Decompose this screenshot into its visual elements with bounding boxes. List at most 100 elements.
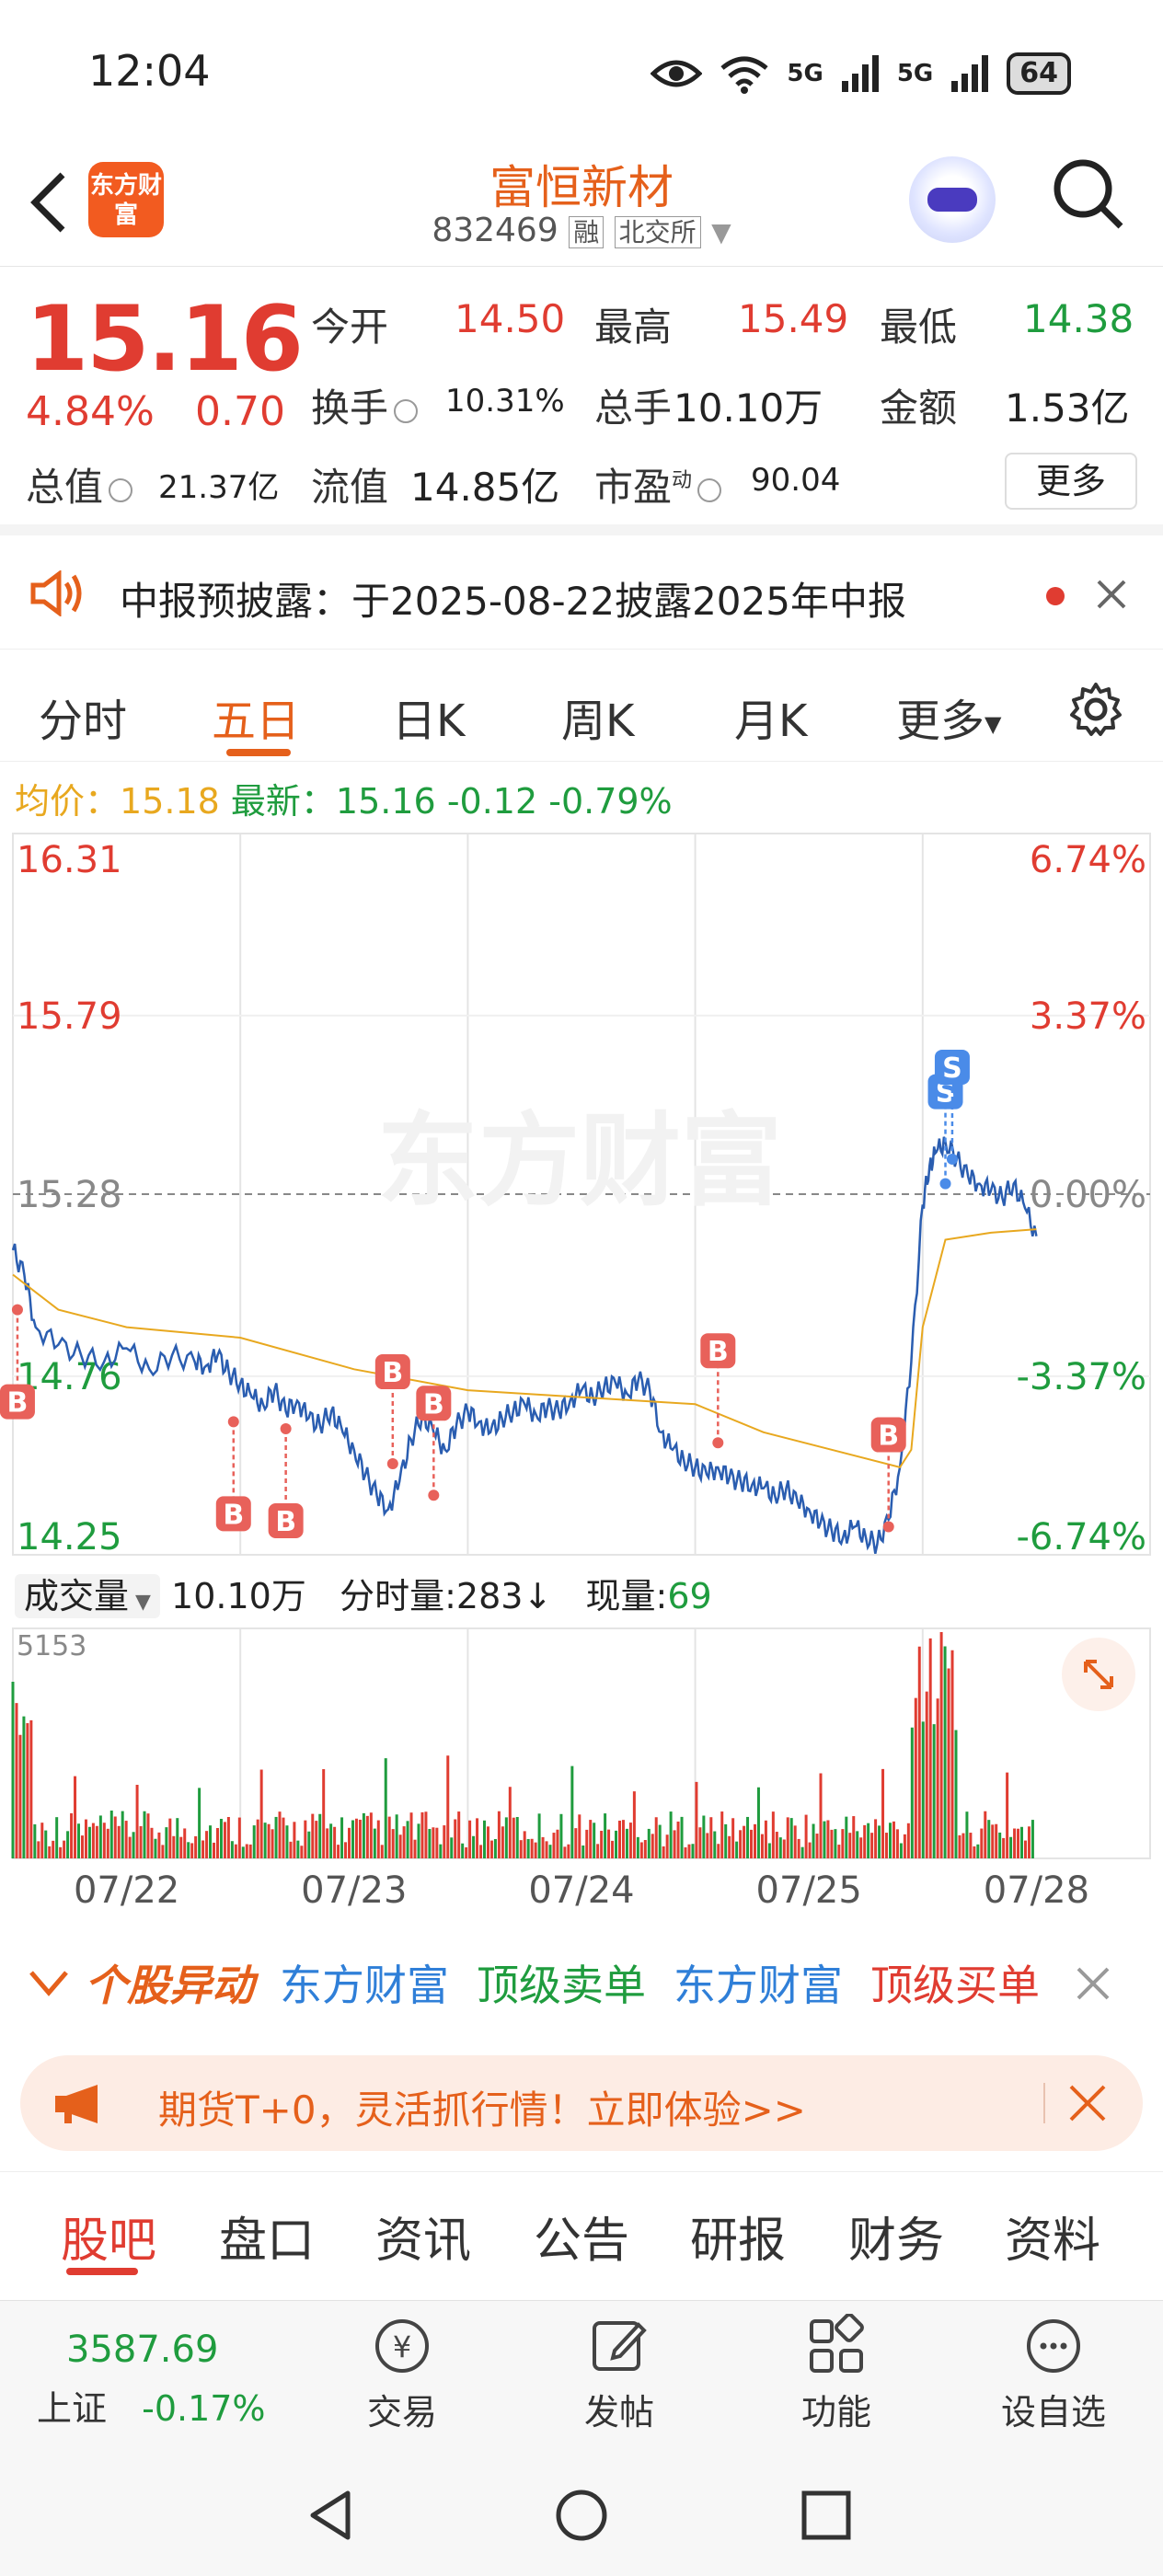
index-ticker[interactable]: 3587.69 上证 -0.17%	[37, 2329, 313, 2431]
promo-divider	[1043, 2083, 1045, 2123]
x-axis-labels: 07/22 07/23 07/24 07/25 07/28	[74, 1869, 1089, 1912]
tab-announcements[interactable]: 公告	[534, 2202, 629, 2271]
signal-icon	[841, 55, 879, 92]
eye-icon	[697, 477, 722, 502]
y-left-tick-label: 14.25	[17, 1516, 122, 1558]
post-label: 发帖	[583, 2392, 654, 2432]
alert-item[interactable]: 东方财富	[280, 1952, 449, 2013]
alert-item[interactable]: 东方财富	[674, 1952, 843, 2013]
tab-weekly-k[interactable]: 周K	[561, 684, 634, 749]
tab-intraday[interactable]: 分时	[39, 684, 127, 749]
alert-item[interactable]: 顶级买单	[870, 1952, 1040, 2013]
tab-financials[interactable]: 财务	[848, 2202, 944, 2271]
volume-panel-border	[12, 1627, 1151, 1859]
close-icon[interactable]	[1067, 2083, 1108, 2123]
active-tab-indicator	[66, 2268, 138, 2275]
volume-selector[interactable]: 成交量 ▼	[15, 1574, 160, 1618]
mktcap-label[interactable]: 总值	[26, 456, 138, 512]
tab-daily-k[interactable]: 日K	[392, 684, 465, 749]
avg-value: 15.18	[120, 781, 220, 822]
chevron-down-icon[interactable]	[28, 1965, 70, 2002]
chevron-down-icon: ▼	[711, 217, 731, 247]
y-right-tick-label: -3.37%	[1016, 1356, 1146, 1398]
function-label: 功能	[800, 2392, 871, 2432]
notice-bar[interactable]: 中报预披露：于2025-08-22披露2025年中报	[0, 535, 1163, 650]
status-icons: 5G 5G 64	[651, 46, 1071, 101]
stock-code: 832469	[432, 212, 558, 249]
tab-more[interactable]: 更多▼	[896, 684, 1001, 749]
index-change: -0.17%	[142, 2388, 266, 2429]
wifi-icon	[720, 56, 768, 94]
latest-change: -0.12	[446, 781, 538, 822]
caret-down-icon: ▼	[985, 711, 1002, 737]
more-quote-button[interactable]: 更多	[1005, 453, 1137, 510]
high-value: 15.49	[738, 296, 849, 341]
low-label: 最低	[880, 305, 958, 350]
x-axis-tick-label: 07/25	[756, 1869, 862, 1912]
edit-icon	[593, 2321, 647, 2371]
arrow-down-icon: ↓	[523, 1576, 553, 1616]
battery-indicator: 64	[1007, 52, 1071, 95]
megaphone-icon	[55, 2085, 98, 2123]
add-watchlist-button[interactable]: 设自选	[985, 2314, 1123, 2434]
search-icon[interactable]	[1051, 156, 1126, 232]
x-axis-tick-label: 07/22	[74, 1869, 179, 1912]
alert-item[interactable]: 顶级卖单	[477, 1952, 646, 2013]
alert-title: 个股异动	[85, 1961, 254, 2010]
tab-monthly-k[interactable]: 月K	[734, 684, 807, 749]
eye-icon	[394, 398, 419, 423]
expand-chart-button[interactable]	[1062, 1638, 1135, 1711]
close-icon[interactable]	[1075, 1965, 1111, 2002]
volume-value: 10.10万	[674, 385, 823, 431]
stock-alert-bar: 个股异动 东方财富 顶级卖单 东方财富 顶级买单	[0, 1941, 1163, 2024]
tab-profile[interactable]: 资料	[1005, 2202, 1100, 2271]
amount-label: 金额	[880, 385, 958, 431]
eye-icon	[109, 477, 133, 502]
volume-max-label: 5153	[17, 1630, 87, 1662]
tab-news[interactable]: 资讯	[375, 2202, 471, 2271]
current-volume-label: 现量:	[585, 1576, 668, 1616]
tab-research[interactable]: 研报	[690, 2202, 786, 2271]
post-button[interactable]: 发帖	[550, 2314, 688, 2434]
trade-button[interactable]: ¥ 交易	[333, 2314, 471, 2434]
promo-banner[interactable]: 期货T+0，灵活抓行情！立即体验>>	[20, 2055, 1143, 2151]
latest-label: 最新：	[230, 781, 336, 822]
price-legend: 均价：15.18 最新：15.16 -0.12 -0.79%	[15, 773, 673, 823]
function-button[interactable]: 功能	[767, 2314, 905, 2434]
nav-recents-icon[interactable]	[800, 2490, 852, 2541]
pe-label[interactable]: 市盈动	[594, 456, 727, 512]
float-cap-label: 流值	[311, 465, 389, 510]
y-right-tick-label: 0.00%	[1030, 1174, 1146, 1216]
current-volume-value: 69	[667, 1576, 712, 1616]
y-right-tick-label: -6.74%	[1016, 1516, 1146, 1558]
change-percent: 4.84%	[26, 388, 155, 435]
nav-back-icon[interactable]	[304, 2488, 359, 2543]
expand-icon	[1084, 1660, 1113, 1689]
gear-icon[interactable]	[1067, 681, 1124, 738]
watchlist-label: 设自选	[1000, 2392, 1106, 2432]
caret-down-icon: ▼	[129, 1591, 151, 1614]
promo-text: 期货T+0，灵活抓行情！立即体验>>	[158, 2087, 806, 2133]
open-label: 今开	[311, 305, 389, 350]
volume-legend: 成交量 ▼ 10.10万 分时量:283↓ 现量:69	[15, 1568, 712, 1618]
pe-value: 90.04	[751, 462, 841, 499]
margin-tag: 融	[569, 216, 605, 248]
speaker-icon	[30, 570, 82, 616]
tab-order-book[interactable]: 盘口	[219, 2202, 315, 2271]
stock-header: 东方财富 富恒新材 832469 融 北交所 ▼	[0, 138, 1163, 267]
avg-label: 均价：	[15, 781, 121, 822]
trade-mark-label: B	[878, 1420, 899, 1453]
assistant-avatar[interactable]	[909, 156, 996, 243]
tab-guba[interactable]: 股吧	[61, 2202, 156, 2271]
turnover-label[interactable]: 换手	[311, 377, 423, 433]
trade-label: 交易	[366, 2392, 437, 2432]
close-icon[interactable]	[1095, 578, 1128, 611]
tab-five-day[interactable]: 五日	[212, 684, 300, 749]
trade-mark-point	[11, 1304, 23, 1316]
five-day-chart[interactable]: 东方财富 16.31 6.74%15.79 3.37%15.28 0.00%14.76…	[0, 828, 1163, 1932]
nav-home-icon[interactable]	[554, 2488, 609, 2543]
amount-value: 1.53亿	[1005, 385, 1130, 431]
volume-label: 总手	[594, 385, 673, 431]
pe-dynamic-mark: 动	[672, 469, 693, 492]
network-5g-1: 5G	[787, 60, 823, 87]
